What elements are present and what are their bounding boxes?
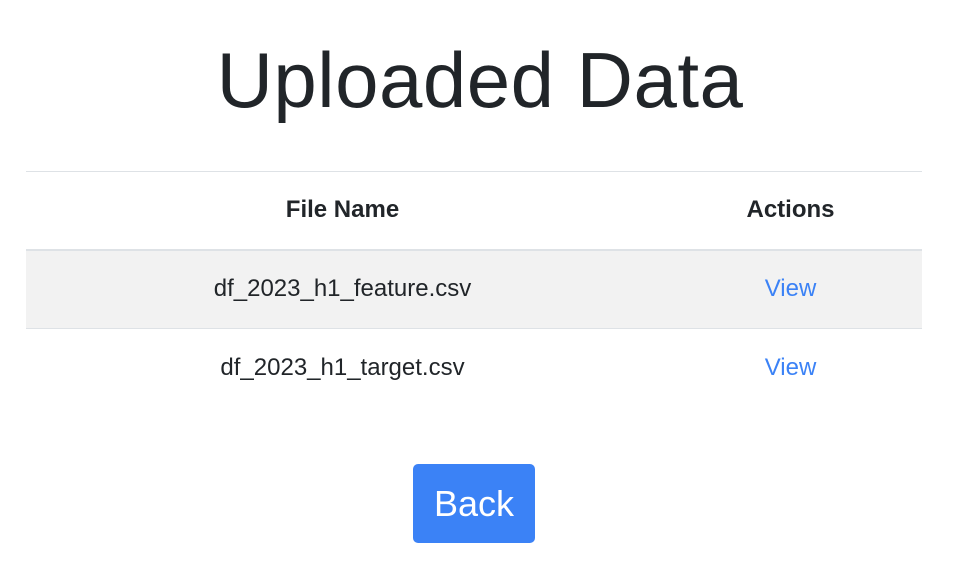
uploaded-files-table: File Name Actions df_2023_h1_feature.csv… bbox=[26, 171, 922, 408]
page-title: Uploaded Data bbox=[216, 36, 744, 124]
file-name-cell: df_2023_h1_target.csv bbox=[220, 354, 465, 382]
table-row: df_2023_h1_target.csv View bbox=[26, 329, 922, 408]
column-header-file-name: File Name bbox=[285, 196, 400, 224]
view-link[interactable]: View bbox=[765, 354, 817, 381]
page: Uploaded Data File Name Actions df_2023_… bbox=[0, 0, 960, 578]
table-header: File Name Actions bbox=[26, 171, 922, 250]
column-header-actions: Actions bbox=[746, 196, 835, 224]
table-header-row: File Name Actions bbox=[26, 171, 922, 250]
table-body: df_2023_h1_feature.csv View df_2023_h1_t… bbox=[26, 249, 922, 408]
actions-cell: View bbox=[659, 329, 922, 408]
actions-cell: View bbox=[659, 250, 922, 329]
table-row: df_2023_h1_feature.csv View bbox=[26, 249, 922, 329]
view-link[interactable]: View bbox=[765, 275, 817, 302]
uploaded-files-table-container: File Name Actions df_2023_h1_feature.csv… bbox=[26, 171, 922, 408]
back-button[interactable]: Back bbox=[413, 464, 535, 543]
file-name-cell: df_2023_h1_feature.csv bbox=[213, 275, 472, 303]
